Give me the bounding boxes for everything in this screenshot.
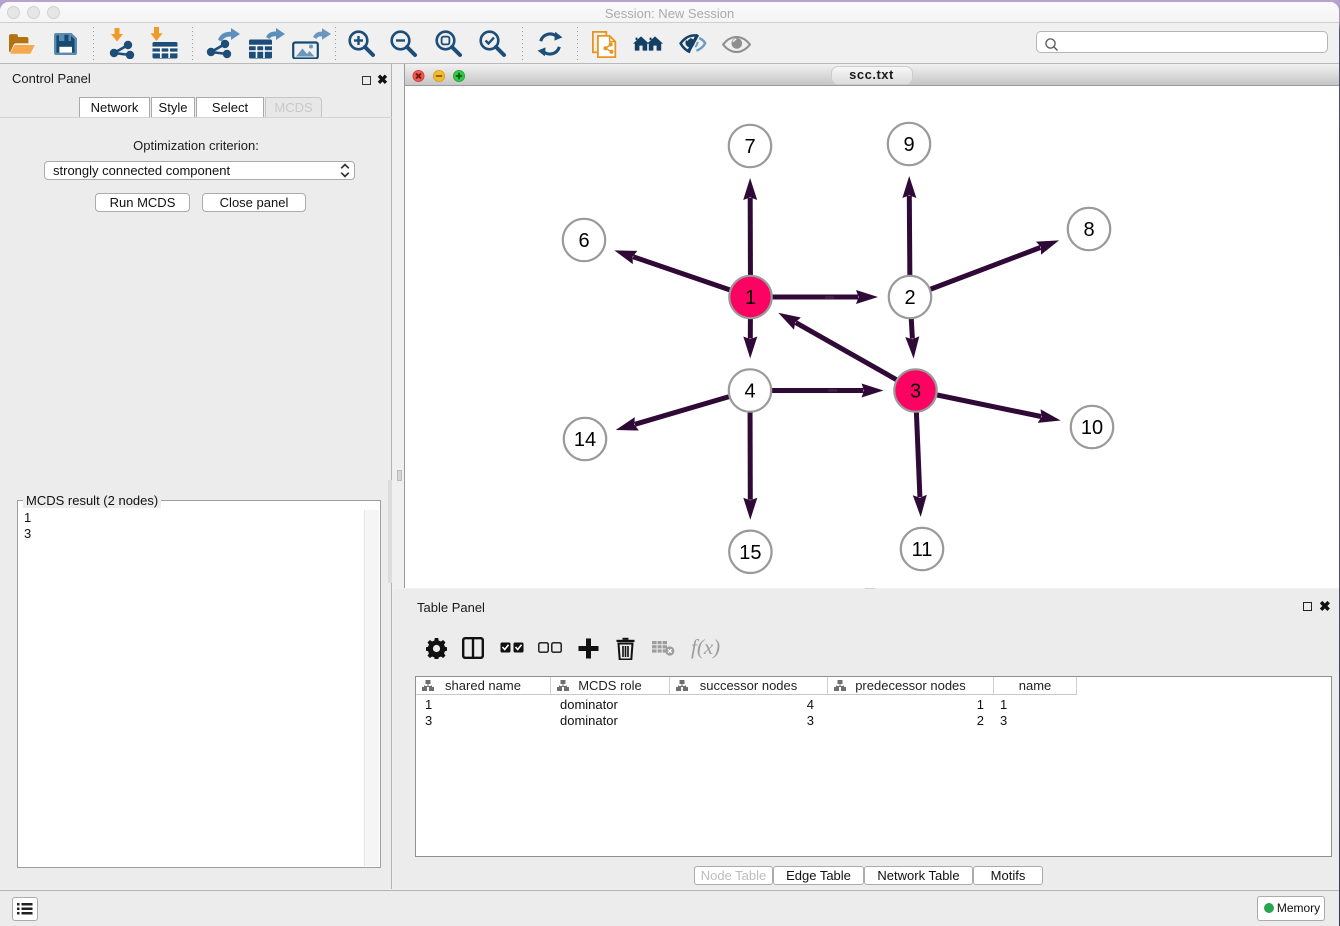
svg-text:10: 10 — [1081, 417, 1103, 439]
svg-text:6: 6 — [578, 230, 589, 252]
svg-text:7: 7 — [744, 136, 755, 158]
svg-text:2: 2 — [904, 287, 915, 309]
svg-text:11: 11 — [912, 539, 933, 561]
svg-text:4: 4 — [744, 381, 755, 403]
svg-text:1: 1 — [745, 287, 756, 309]
svg-text:8: 8 — [1083, 219, 1094, 241]
svg-text:3: 3 — [910, 381, 921, 403]
svg-text:9: 9 — [903, 134, 914, 156]
svg-text:14: 14 — [574, 429, 596, 451]
svg-text:15: 15 — [739, 542, 761, 564]
